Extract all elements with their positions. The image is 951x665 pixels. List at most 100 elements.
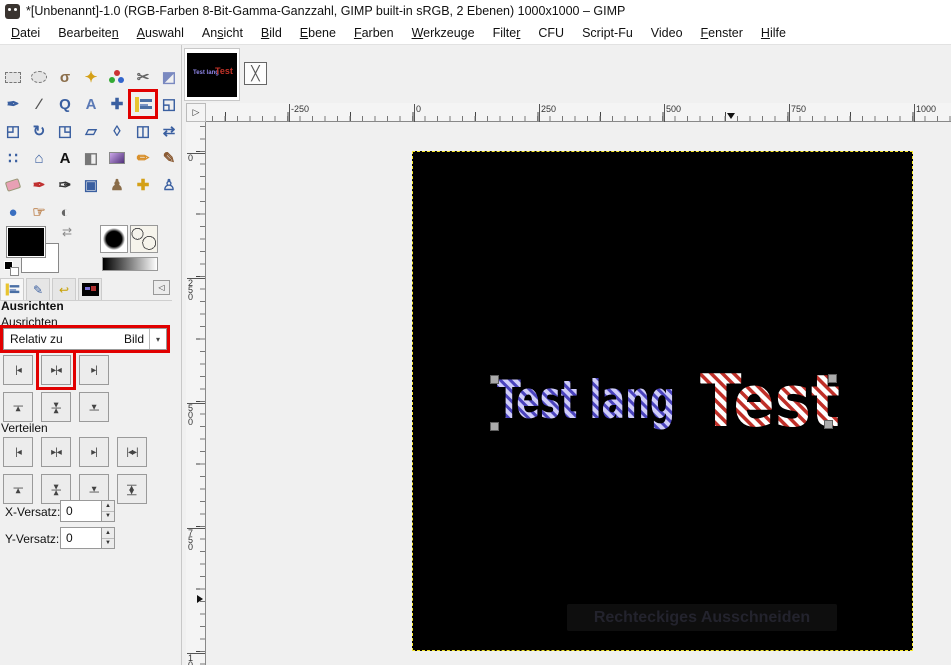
handle-transform-tool[interactable]: ∷: [1, 146, 25, 170]
distribute-top-button[interactable]: |◂: [3, 474, 33, 504]
align-center-vertical-icon: ▸|◂: [50, 402, 62, 412]
menu-datei[interactable]: Datei: [2, 24, 49, 42]
free-select-tool[interactable]: σ: [53, 65, 77, 89]
dodge-burn-tool[interactable]: ◐: [53, 200, 77, 224]
distribute-spread-horizontal-button[interactable]: |◂▸|: [117, 437, 147, 467]
menu-ebene[interactable]: Ebene: [291, 24, 345, 42]
y-offset-stepper[interactable]: ▲ ▼: [101, 527, 115, 549]
blur-sharpen-tool[interactable]: ●: [1, 200, 25, 224]
clone-tool[interactable]: ♟: [105, 173, 129, 197]
dock-tab-tool-options[interactable]: [0, 278, 24, 300]
menu-hilfe[interactable]: Hilfe: [752, 24, 795, 42]
menu-cfu[interactable]: CFU: [529, 24, 573, 42]
fuzzy-select-tool[interactable]: ✦: [79, 65, 103, 89]
empty-image-tab-icon[interactable]: ╳: [244, 62, 267, 85]
shear-tool[interactable]: ▱: [79, 119, 103, 143]
pattern-preview[interactable]: [130, 225, 158, 253]
distribute-spread-vertical-button[interactable]: |◂▸|: [117, 474, 147, 504]
x-offset-stepper[interactable]: ▲ ▼: [101, 500, 115, 522]
select-by-color-tool[interactable]: [105, 65, 129, 89]
foreground-select-tool[interactable]: ◩: [157, 65, 181, 89]
align-top-button[interactable]: |◂: [3, 392, 33, 422]
paths-tool[interactable]: ✒: [1, 92, 25, 116]
menu-video[interactable]: Video: [642, 24, 692, 42]
gradient-tool[interactable]: [105, 146, 129, 170]
menu-werkzeuge[interactable]: Werkzeuge: [403, 24, 484, 42]
horizontal-ruler[interactable]: -250 0 250 500 750 1000: [206, 103, 951, 122]
align-center-horizontal-button[interactable]: ▸|◂: [36, 350, 76, 390]
smudge-tool[interactable]: ☞: [27, 200, 51, 224]
heal-tool[interactable]: ✚: [131, 173, 155, 197]
canvas-area[interactable]: Test lang Test ╳ ▷ -250 0 250 500 750 1000 0 2…: [181, 45, 951, 665]
x-offset-input[interactable]: 0: [60, 500, 102, 522]
menu-ansicht[interactable]: Ansicht: [193, 24, 252, 42]
vertical-ruler[interactable]: 0 250 500 750 1000: [186, 122, 206, 665]
image-tab[interactable]: Test lang Test: [184, 48, 240, 101]
title-bar: *[Unbenannt]-1.0 (RGB-Farben 8-Bit-Gamma…: [0, 0, 951, 22]
dock-menu-button[interactable]: ◁: [153, 280, 170, 295]
align-right-button[interactable]: ▸|: [79, 355, 109, 385]
align-bottom-button[interactable]: ▸|: [79, 392, 109, 422]
pencil-tool[interactable]: ✏: [131, 146, 155, 170]
brush-preview[interactable]: [100, 225, 128, 253]
move-tool[interactable]: ✚: [105, 92, 129, 116]
gradient-preview[interactable]: [102, 257, 158, 271]
alignment-tool[interactable]: [128, 89, 158, 119]
align-left-button[interactable]: |◂: [3, 355, 33, 385]
distribute-center-horizontal-button[interactable]: ▸|◂: [41, 437, 71, 467]
scissors-select-tool[interactable]: ✂: [131, 65, 155, 89]
measure-tool[interactable]: A: [79, 92, 103, 116]
default-colors-icon[interactable]: [4, 261, 20, 277]
spin-up-icon[interactable]: ▲: [102, 501, 114, 512]
menu-filter[interactable]: Filter: [484, 24, 530, 42]
y-offset-input[interactable]: 0: [60, 527, 102, 549]
dock-tab-image-thumbnail[interactable]: [78, 278, 102, 300]
spin-down-icon[interactable]: ▼: [102, 512, 114, 522]
text-layer-long[interactable]: Test lang: [497, 370, 675, 431]
foreground-color-swatch[interactable]: [7, 227, 45, 257]
spin-up-icon[interactable]: ▲: [102, 528, 114, 539]
color-picker-tool[interactable]: ∕: [27, 92, 51, 116]
transform-3d-tool[interactable]: ◫: [131, 119, 155, 143]
flip-tool[interactable]: ⇄: [157, 119, 181, 143]
airbrush-tool[interactable]: ✒: [27, 173, 51, 197]
perspective-clone-tool[interactable]: ♙: [157, 173, 181, 197]
dock-tab-undo-history[interactable]: ↩: [52, 278, 76, 300]
scale-tool[interactable]: ◳: [53, 119, 77, 143]
text-layer-short[interactable]: Test: [700, 359, 840, 443]
rotate-tool[interactable]: ↻: [27, 119, 51, 143]
text-tool[interactable]: A: [53, 146, 77, 170]
align-handle-top-left[interactable]: [490, 375, 499, 384]
unified-transform-tool[interactable]: ◰: [1, 119, 25, 143]
bucket-fill-tool[interactable]: ◧: [79, 146, 103, 170]
align-center-vertical-button[interactable]: ▸|◂: [41, 392, 71, 422]
menu-bearbeiten[interactable]: Bearbeiten: [49, 24, 127, 42]
cage-transform-tool[interactable]: ⌂: [27, 146, 51, 170]
menu-farben[interactable]: Farben: [345, 24, 403, 42]
ellipse-select-tool[interactable]: [27, 65, 51, 89]
menu-auswahl[interactable]: Auswahl: [128, 24, 193, 42]
align-handle-top-right[interactable]: [828, 374, 837, 383]
menu-bild[interactable]: Bild: [252, 24, 291, 42]
perspective-tool[interactable]: ◊: [105, 119, 129, 143]
ink-tool[interactable]: ✑: [53, 173, 77, 197]
dock-tab-device-status[interactable]: ✎: [26, 278, 50, 300]
chevron-down-icon[interactable]: ▾: [149, 329, 166, 349]
rectangle-select-tool[interactable]: [1, 65, 25, 89]
zoom-tool[interactable]: Q: [53, 92, 77, 116]
align-handle-bottom-left[interactable]: [490, 422, 499, 431]
swap-colors-icon[interactable]: ⇄: [62, 225, 72, 239]
crop-tool[interactable]: ◱: [157, 92, 181, 116]
menu-scriptfu[interactable]: Script-Fu: [573, 24, 642, 42]
menu-fenster[interactable]: Fenster: [692, 24, 752, 42]
spin-down-icon[interactable]: ▼: [102, 539, 114, 549]
align-handle-bottom-right[interactable]: [824, 420, 833, 429]
distribute-left-button[interactable]: |◂: [3, 437, 33, 467]
image-canvas[interactable]: Test lang Test Rechteckiges Ausschneiden: [412, 151, 913, 651]
ruler-corner-button[interactable]: ▷: [186, 103, 206, 122]
distribute-right-button[interactable]: ▸|: [79, 437, 109, 467]
paintbrush-tool[interactable]: ✎: [157, 146, 181, 170]
eraser-tool[interactable]: [1, 173, 25, 197]
relative-to-dropdown[interactable]: Relativ zu Bild ▾: [3, 328, 167, 350]
mypaint-brush-tool[interactable]: ▣: [79, 173, 103, 197]
